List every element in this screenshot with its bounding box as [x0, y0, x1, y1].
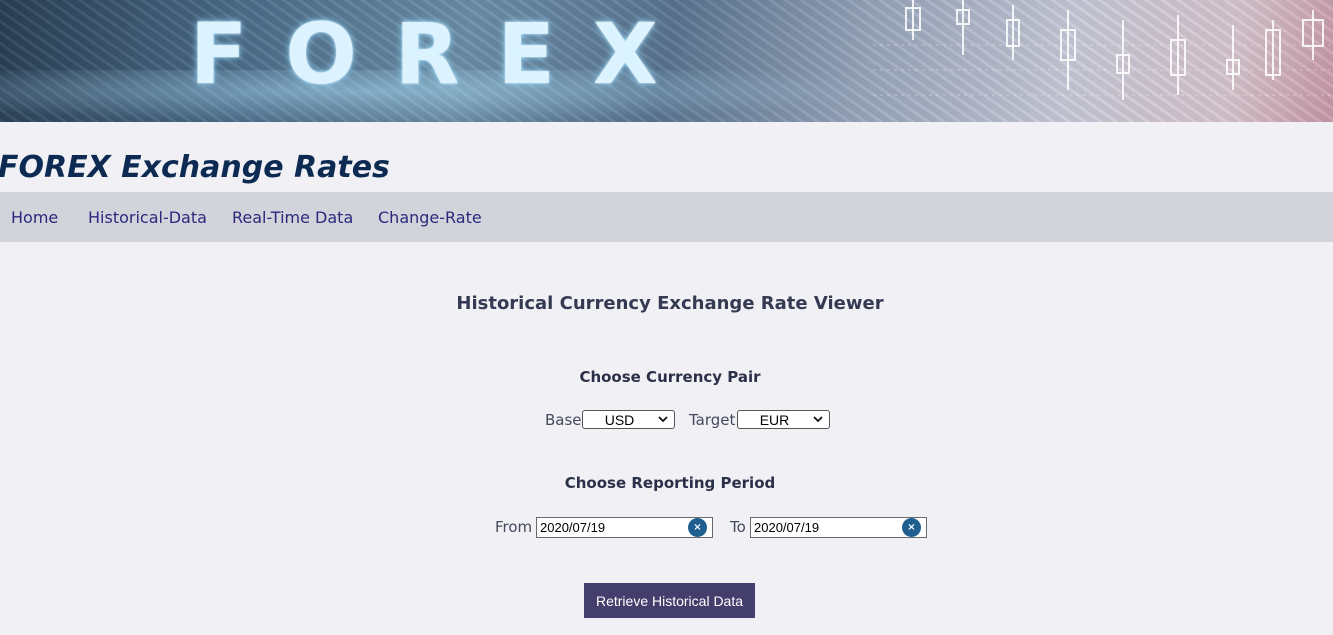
from-label: From [495, 518, 533, 536]
base-label: Base [545, 411, 582, 429]
nav-change-rate-link[interactable]: Change-Rate [378, 208, 482, 227]
candlestick-graphic [873, 0, 1333, 100]
chevron-down-icon [658, 416, 668, 423]
to-date-input[interactable]: 2020/07/19 × [750, 517, 927, 538]
retrieve-historical-data-button[interactable]: Retrieve Historical Data [584, 583, 755, 618]
nav-historical-data-link[interactable]: Historical-Data [88, 208, 207, 227]
target-label: Target [689, 411, 736, 429]
chevron-down-icon [813, 416, 823, 423]
from-date-value: 2020/07/19 [540, 520, 606, 535]
base-currency-value: USD [604, 412, 635, 428]
forex-banner-image: FOREX [0, 0, 1333, 122]
to-date-value: 2020/07/19 [754, 520, 820, 535]
target-currency-value: EUR [759, 412, 790, 428]
currency-pair-heading: Choose Currency Pair [579, 368, 761, 386]
nav-real-time-data-link[interactable]: Real-Time Data [232, 208, 353, 227]
clear-to-date-icon[interactable]: × [902, 518, 921, 537]
base-currency-select[interactable]: USD [582, 410, 675, 429]
main-navbar: Home Historical-Data Real-Time Data Chan… [0, 192, 1333, 242]
target-currency-select[interactable]: EUR [737, 410, 830, 429]
nav-home-link[interactable]: Home [11, 208, 58, 227]
site-title: FOREX Exchange Rates [0, 150, 390, 185]
clear-from-date-icon[interactable]: × [688, 518, 707, 537]
banner-word: FOREX [190, 5, 696, 103]
reporting-period-heading: Choose Reporting Period [564, 474, 776, 492]
to-label: To [730, 518, 746, 536]
from-date-input[interactable]: 2020/07/19 × [536, 517, 713, 538]
viewer-title: Historical Currency Exchange Rate Viewer [456, 293, 884, 314]
